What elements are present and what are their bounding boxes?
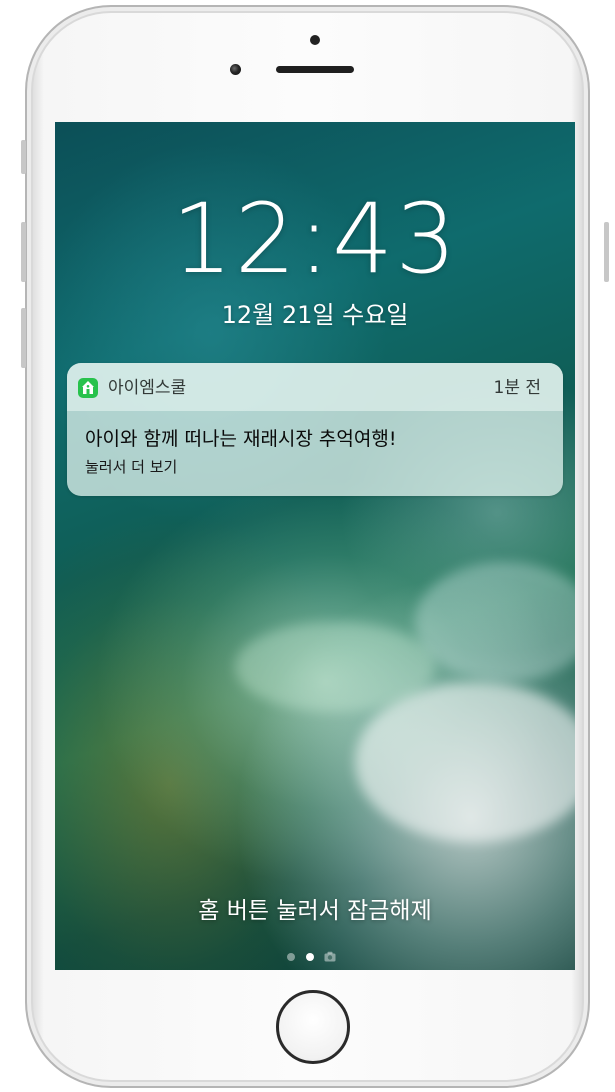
notification-more-hint: 눌러서 더 보기 <box>85 458 178 476</box>
home-button[interactable] <box>276 990 350 1064</box>
front-sensor <box>310 35 320 45</box>
volume-down-button <box>21 308 26 368</box>
lock-screen-date: 12월 21일 수요일 <box>221 301 409 329</box>
lock-screen[interactable]: 12:43 12월 21일 수요일 아이엠스쿨 1분 전 아이와 함께 떠나는 … <box>55 122 575 970</box>
notification-timestamp: 1분 전 <box>493 378 542 398</box>
unlock-hint: 홈 버튼 눌러서 잠금해제 <box>198 898 432 924</box>
school-house-icon <box>78 378 98 398</box>
power-button <box>604 222 609 282</box>
page-dot <box>287 953 295 961</box>
front-camera-icon <box>230 64 241 75</box>
wallpaper-wave-spray <box>415 562 575 682</box>
camera-icon <box>324 951 336 962</box>
wallpaper-wave-crest <box>235 622 435 712</box>
notification-card[interactable]: 아이엠스쿨 1분 전 아이와 함께 떠나는 재래시장 추억여행! 눌러서 더 보… <box>67 363 563 496</box>
lock-screen-clock: 12:43 <box>171 183 459 295</box>
page-dot-active <box>306 953 314 961</box>
page-indicator[interactable] <box>281 951 351 963</box>
mute-switch <box>21 140 26 174</box>
earpiece-speaker <box>276 66 354 73</box>
notification-title: 아이와 함께 떠나는 재래시장 추억여행! <box>85 428 397 450</box>
notification-app-name: 아이엠스쿨 <box>108 378 187 398</box>
wallpaper-wave-foam <box>355 682 575 842</box>
volume-up-button <box>21 222 26 282</box>
